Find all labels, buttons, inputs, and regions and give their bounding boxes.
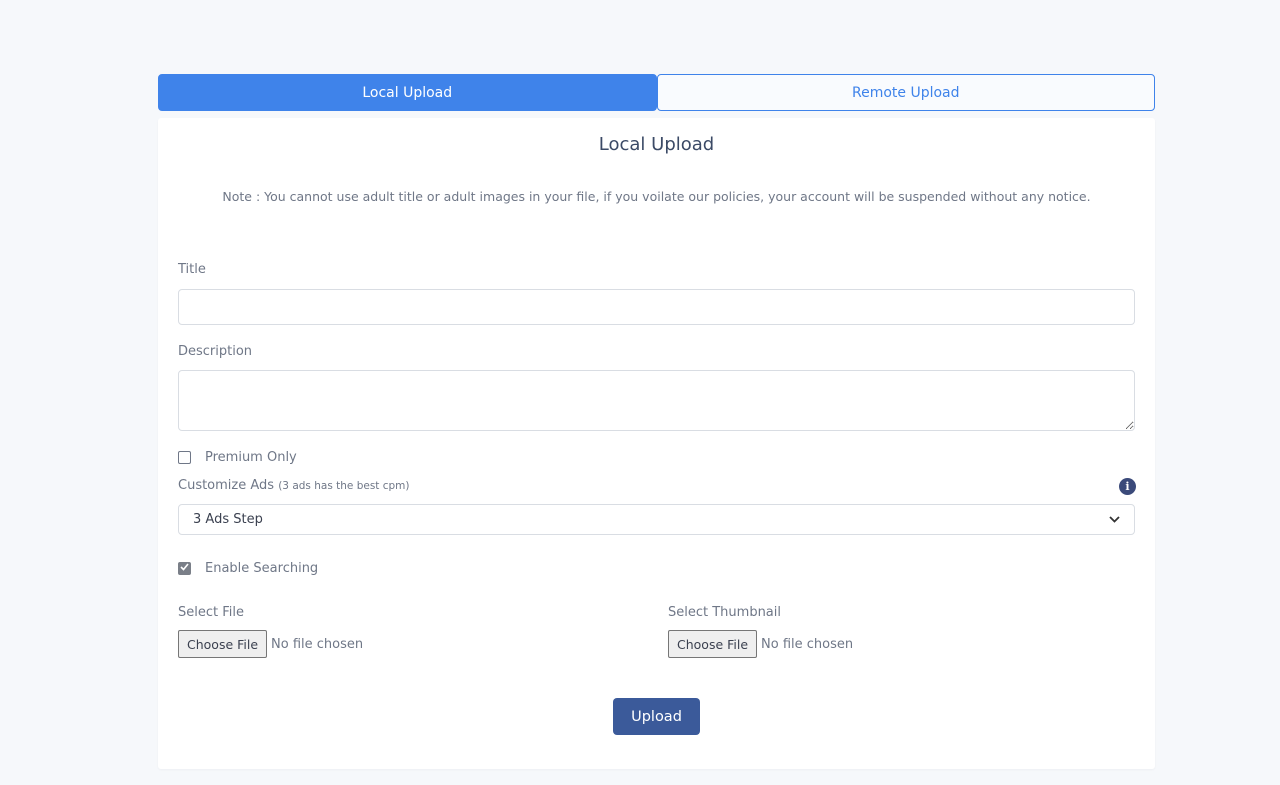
select-thumbnail-label: Select Thumbnail bbox=[668, 605, 782, 620]
ads-step-selected: 3 Ads Step bbox=[193, 512, 263, 527]
thumbnail-picker: Choose File No file chosen bbox=[668, 630, 853, 658]
enable-searching-label: Enable Searching bbox=[205, 561, 319, 576]
choose-file-button[interactable]: Choose File bbox=[178, 630, 268, 658]
tab-local-upload[interactable]: Local Upload bbox=[158, 74, 657, 111]
file-status: No file chosen bbox=[271, 636, 364, 652]
check-icon bbox=[180, 563, 189, 574]
upload-tabs: Local Upload Remote Upload bbox=[158, 74, 1155, 111]
customize-ads-hint: (3 ads has the best cpm) bbox=[278, 480, 410, 492]
upload-button[interactable]: Upload bbox=[613, 698, 700, 735]
info-icon[interactable]: i bbox=[1119, 478, 1136, 495]
description-label: Description bbox=[178, 344, 253, 359]
enable-searching-checkbox[interactable] bbox=[178, 562, 191, 575]
premium-only-checkbox[interactable] bbox=[178, 451, 191, 464]
description-textarea[interactable] bbox=[178, 370, 1135, 431]
choose-thumbnail-button[interactable]: Choose File bbox=[668, 630, 758, 658]
customize-ads-label: Customize Ads (3 ads has the best cpm) bbox=[178, 478, 410, 493]
enable-searching-row: Enable Searching bbox=[178, 561, 318, 576]
form-heading: Local Upload bbox=[598, 134, 715, 155]
title-input[interactable] bbox=[178, 289, 1135, 325]
upload-form-card: Local Upload Note : You cannot use adult… bbox=[158, 118, 1155, 769]
title-label: Title bbox=[178, 262, 206, 277]
select-file-label: Select File bbox=[178, 605, 244, 620]
customize-ads-text: Customize Ads bbox=[178, 478, 275, 493]
file-picker: Choose File No file chosen bbox=[178, 630, 363, 658]
policy-note: Note : You cannot use adult title or adu… bbox=[222, 189, 1091, 204]
tab-remote-upload[interactable]: Remote Upload bbox=[656, 74, 1155, 111]
premium-only-row: Premium Only bbox=[178, 450, 297, 465]
thumbnail-status: No file chosen bbox=[761, 636, 854, 652]
premium-only-label: Premium Only bbox=[205, 450, 297, 465]
ads-step-select[interactable]: 3 Ads Step bbox=[178, 504, 1135, 535]
chevron-down-icon bbox=[1109, 513, 1120, 526]
